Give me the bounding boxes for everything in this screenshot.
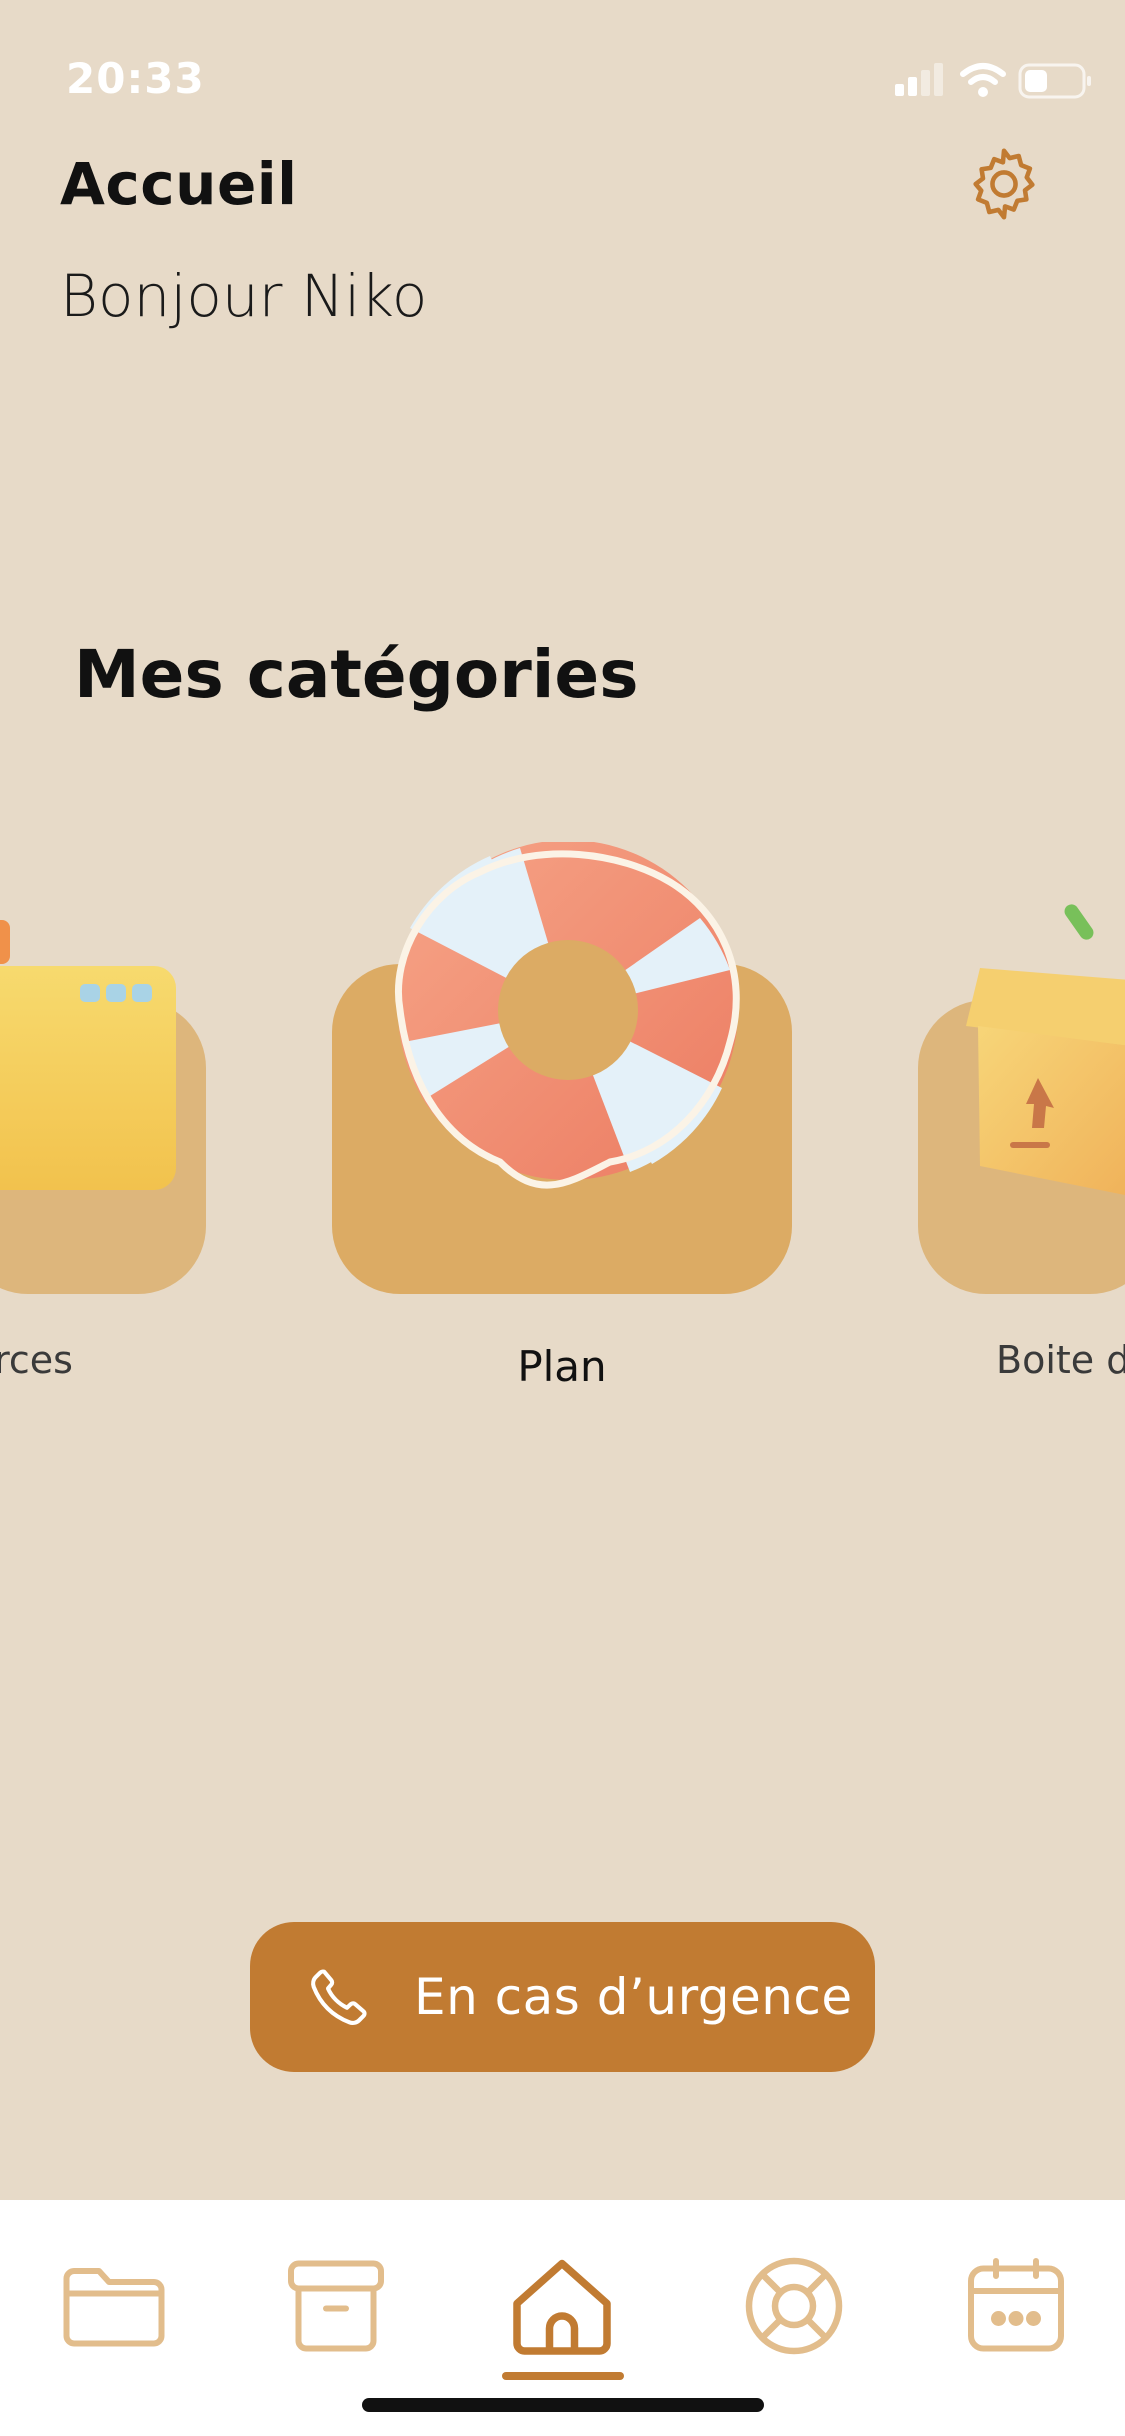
archive-box-icon [288,2260,384,2352]
category-label-resources: urces [0,1338,73,1382]
calendar-icon [968,2258,1064,2352]
page-title: Accueil [60,150,298,218]
tab-home[interactable] [502,2246,622,2366]
tab-calendar[interactable] [956,2246,1076,2366]
emergency-button[interactable]: En cas d’urgence [250,1922,875,2072]
active-tab-indicator [502,2372,624,2380]
category-label-plan: Plan [517,1342,607,1391]
box-illustration [966,904,1125,1195]
battery-icon [1018,63,1091,99]
lifebuoy-icon [745,2257,843,2355]
settings-button[interactable] [962,142,1046,226]
gear-icon [973,148,1035,220]
lifebuoy-illustration [395,842,740,1189]
category-label-box: Boite d [996,1338,1125,1382]
signal-icon [895,63,943,96]
wifi-icon [960,63,1006,97]
emergency-button-label: En cas d’urgence [414,1968,853,2026]
status-time: 20:33 [66,54,205,103]
tab-help[interactable] [734,2246,854,2366]
home-icon [513,2259,611,2355]
folder-icon [63,2268,165,2347]
tab-archive[interactable] [276,2246,396,2366]
greeting-text: Bonjour Niko [60,262,428,330]
home-indicator [362,2398,764,2412]
tab-documents[interactable] [54,2246,174,2366]
status-bar: 20:33 [0,0,1125,160]
folder-illustration [0,920,176,1190]
status-icons [895,60,1095,100]
categories-title: Mes catégories [74,636,639,713]
phone-icon [311,1969,367,2026]
